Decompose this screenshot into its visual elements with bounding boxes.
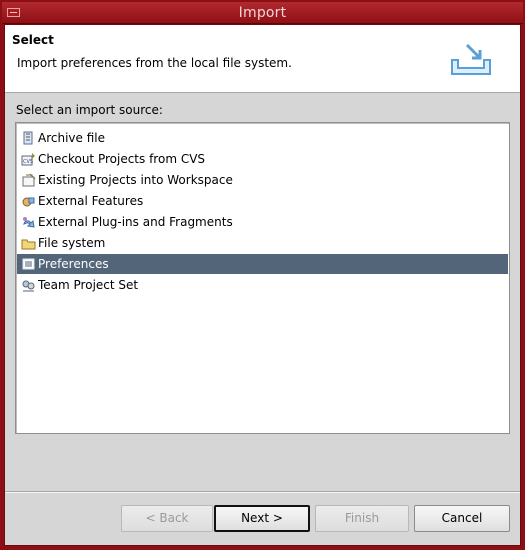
page-description: Import preferences from the local file s… [17, 56, 292, 70]
import-source-label: Select an import source: [16, 103, 163, 117]
archive-icon [20, 130, 36, 146]
next-button[interactable]: Next > [214, 505, 310, 532]
list-item-checkout-projects-cvs[interactable]: CVS Checkout Projects from CVS [17, 149, 508, 169]
list-item-external-features[interactable]: External Features [17, 191, 508, 211]
window-title: Import [238, 5, 287, 21]
title-bar[interactable]: Import [2, 2, 523, 24]
import-source-list[interactable]: Archive file CVS Checkout Projects from … [15, 122, 510, 434]
cancel-button[interactable]: Cancel [414, 505, 510, 532]
list-item-team-project-set[interactable]: Team Project Set [17, 275, 508, 295]
page-title: Select [12, 33, 54, 47]
import-wizard-icon [451, 43, 491, 75]
dialog-content: Select Import preferences from the local… [4, 24, 521, 546]
list-item-existing-projects[interactable]: Existing Projects into Workspace [17, 170, 508, 190]
folder-icon [20, 235, 36, 251]
button-separator [5, 491, 520, 493]
svg-text:CVS: CVS [23, 159, 33, 165]
list-item-preferences[interactable]: Preferences [17, 254, 508, 274]
preferences-icon [20, 256, 36, 272]
list-item-file-system[interactable]: File system [17, 233, 508, 253]
feature-icon [20, 193, 36, 209]
wizard-banner: Select Import preferences from the local… [5, 25, 520, 93]
cvs-icon: CVS [20, 151, 36, 167]
list-item-external-plugins[interactable]: External Plug-ins and Fragments [17, 212, 508, 232]
list-item-archive-file[interactable]: Archive file [17, 128, 508, 148]
project-icon [20, 172, 36, 188]
back-button[interactable]: < Back [121, 505, 213, 532]
finish-button[interactable]: Finish [315, 505, 409, 532]
plugin-icon [20, 214, 36, 230]
team-icon [20, 277, 36, 293]
import-dialog: Import Select Import preferences from th… [0, 0, 525, 550]
